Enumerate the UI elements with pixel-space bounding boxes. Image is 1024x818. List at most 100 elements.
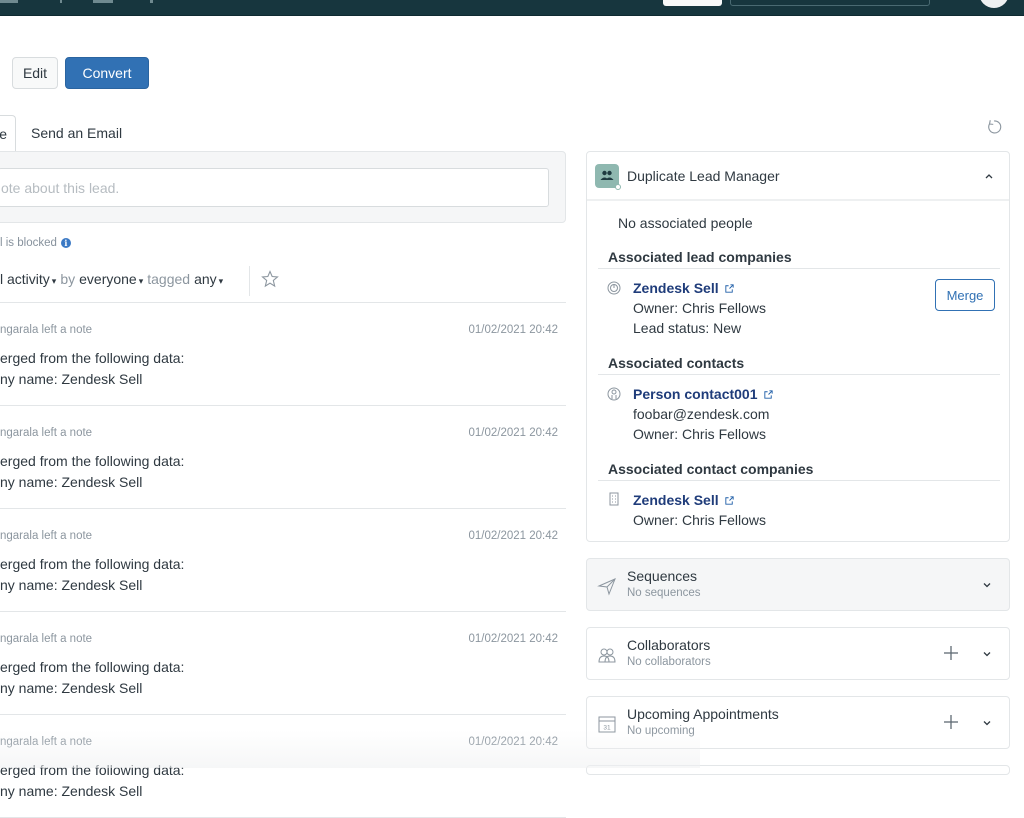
contact-link[interactable]: Person contact001: [633, 386, 774, 402]
activity-text-line: erged from the following data:: [0, 556, 185, 572]
calendar-icon: 31: [598, 716, 616, 733]
lead-company-link[interactable]: Zendesk Sell: [633, 280, 735, 296]
convert-button[interactable]: Convert: [65, 57, 149, 89]
by-user-dropdown[interactable]: everyone ▾: [79, 271, 143, 287]
external-link-icon: [724, 495, 734, 505]
tab-note[interactable]: e: [0, 115, 16, 152]
activity-type-dropdown[interactable]: l activity ▾: [0, 271, 56, 287]
tag-dropdown[interactable]: any ▾: [194, 271, 223, 287]
activity-timestamp: 01/02/2021 20:42: [468, 633, 558, 645]
email-blocked-status: l is blocked i: [0, 237, 71, 249]
activity-author: ngarala left a note: [0, 530, 93, 542]
chevron-down-icon[interactable]: [981, 579, 993, 591]
collaborators-icon: [598, 648, 616, 663]
top-nav-bar: [0, 0, 1024, 16]
activity-timestamp: 01/02/2021 20:42: [468, 427, 558, 439]
star-icon[interactable]: [260, 269, 280, 289]
nav-icon[interactable]: [93, 0, 113, 3]
contact-company-link[interactable]: Zendesk Sell: [633, 492, 735, 508]
activity-author: ngarala left a note: [0, 633, 93, 645]
nav-icons: [0, 0, 170, 4]
collaborators-card[interactable]: Collaborators No collaborators: [586, 627, 1010, 680]
activity-timestamp: 01/02/2021 20:42: [468, 736, 558, 748]
contact-email: foobar@zendesk.com: [633, 406, 770, 422]
contact-owner: Owner: Chris Fellows: [633, 426, 767, 442]
edit-button[interactable]: Edit: [12, 57, 58, 89]
user-avatar[interactable]: [979, 0, 1009, 8]
activity-text-line: ny name: Zendesk Sell: [0, 783, 143, 799]
activity-item[interactable]: ngarala left a note 01/02/2021 20:42 erged…: [0, 406, 566, 509]
nav-icon[interactable]: [60, 0, 62, 3]
card-title: Duplicate Lead Manager: [627, 168, 780, 184]
building-icon: [609, 492, 619, 506]
activity-timestamp: 01/02/2021 20:42: [468, 530, 558, 542]
app-people-icon: [595, 164, 621, 190]
status-dot: [615, 184, 621, 190]
send-icon: [597, 578, 616, 596]
appointments-title: Upcoming Appointments: [627, 706, 779, 722]
sequences-title: Sequences: [627, 568, 698, 584]
section-divider: [598, 374, 1000, 375]
activity-text-line: ny name: Zendesk Sell: [0, 680, 143, 696]
activity-item[interactable]: ngarala left a note 01/02/2021 20:42 erged…: [0, 715, 566, 818]
activity-item[interactable]: ngarala left a note 01/02/2021 20:42 erged…: [0, 612, 566, 715]
add-collaborator-icon[interactable]: [942, 644, 960, 662]
collaborators-subtitle: No collaborators: [627, 656, 711, 668]
nav-add-button[interactable]: [663, 0, 722, 6]
sequences-subtitle: No sequences: [627, 587, 701, 599]
collaborators-title: Collaborators: [627, 637, 711, 653]
chevron-down-icon[interactable]: [981, 717, 993, 729]
svg-text:31: 31: [603, 725, 611, 732]
contact-company-name: Zendesk Sell: [633, 492, 719, 508]
activity-text-line: erged from the following data:: [0, 762, 185, 778]
refresh-icon[interactable]: [985, 118, 1003, 136]
section-divider: [598, 268, 1000, 269]
next-widget-card[interactable]: [586, 765, 1010, 775]
activity-author: ngarala left a note: [0, 324, 93, 336]
activity-timestamp: 01/02/2021 20:42: [468, 324, 558, 336]
activity-item[interactable]: ngarala left a note 01/02/2021 20:42 erged…: [0, 509, 566, 612]
lead-company-owner: Owner: Chris Fellows: [633, 300, 767, 316]
activity-author: ngarala left a note: [0, 736, 93, 748]
composer-tabs: e Send an Email: [0, 115, 566, 152]
activity-filter: l activity ▾ by everyone ▾ tagged any ▾: [0, 271, 223, 287]
tab-send-email[interactable]: Send an Email: [31, 125, 122, 141]
email-blocked-text: l is blocked: [0, 237, 57, 249]
appointments-subtitle: No upcoming: [627, 725, 695, 737]
add-appointment-icon[interactable]: [942, 713, 960, 731]
note-input[interactable]: ote about this lead.: [0, 168, 549, 207]
activity-text-line: ny name: Zendesk Sell: [0, 577, 143, 593]
contact-company-owner: Owner: Chris Fellows: [633, 512, 767, 528]
duplicate-lead-manager-header[interactable]: Duplicate Lead Manager: [587, 152, 1009, 201]
tab-note-label: e: [0, 126, 7, 142]
upcoming-appointments-card[interactable]: 31 Upcoming Appointments No upcoming: [586, 696, 1010, 749]
person-icon: [607, 387, 621, 401]
section-title-contacts: Associated contacts: [608, 355, 745, 371]
merge-button[interactable]: Merge: [935, 279, 995, 311]
activity-text-line: erged from the following data:: [0, 659, 185, 675]
nav-icon[interactable]: [0, 0, 18, 3]
contact-name: Person contact001: [633, 386, 758, 402]
info-icon[interactable]: i: [60, 238, 71, 248]
note-input-placeholder: ote about this lead.: [1, 179, 120, 196]
chevron-up-icon[interactable]: [983, 170, 995, 182]
activity-item[interactable]: ngarala left a note 01/02/2021 20:42 erged…: [0, 303, 566, 406]
tag-value: any: [194, 271, 217, 287]
section-title-lead-companies: Associated lead companies: [608, 249, 792, 265]
activity-type-value: l activity: [0, 271, 50, 287]
activity-text-line: erged from the following data:: [0, 350, 185, 366]
global-search-input[interactable]: [730, 0, 930, 6]
external-link-icon: [763, 389, 773, 399]
no-associated-people: No associated people: [618, 215, 753, 231]
caret-down-icon: ▾: [51, 276, 57, 286]
section-divider: [598, 480, 1000, 481]
nav-icon[interactable]: [150, 0, 153, 3]
activity-text-line: ny name: Zendesk Sell: [0, 474, 143, 490]
sequences-card[interactable]: Sequences No sequences: [586, 558, 1010, 611]
lead-company-status: Lead status: New: [633, 320, 742, 336]
lead-target-icon: [607, 281, 621, 295]
by-label: by: [60, 271, 76, 287]
chevron-down-icon[interactable]: [981, 648, 993, 660]
activity-author: ngarala left a note: [0, 427, 93, 439]
caret-down-icon: ▾: [218, 276, 224, 286]
